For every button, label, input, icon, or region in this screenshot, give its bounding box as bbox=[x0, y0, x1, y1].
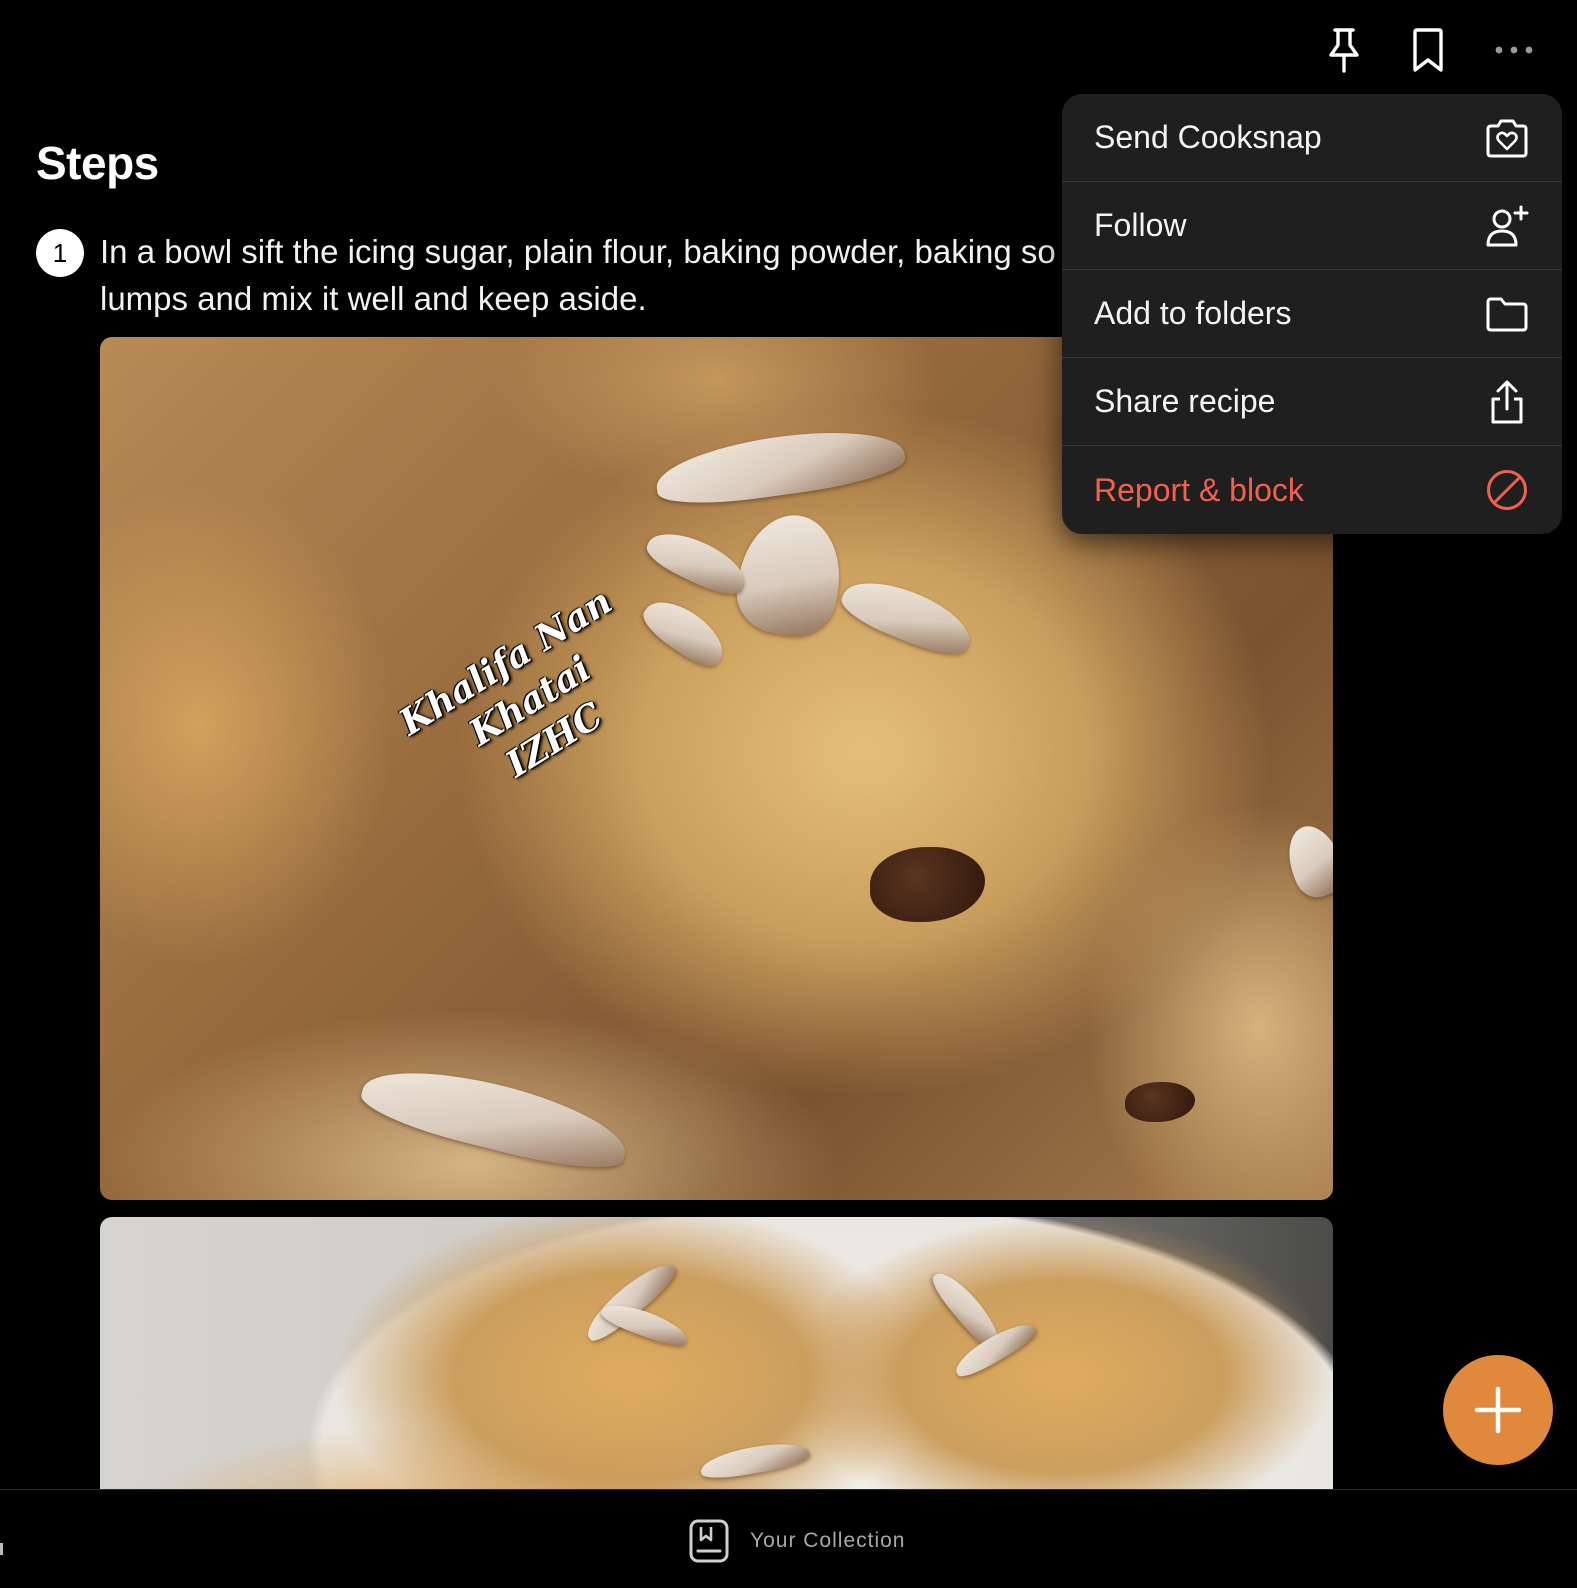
folder-icon bbox=[1484, 291, 1530, 337]
collection-book-icon bbox=[689, 1519, 729, 1563]
bookmark-icon bbox=[1413, 28, 1443, 72]
almond-decoration bbox=[356, 1053, 634, 1181]
add-user-icon bbox=[1484, 203, 1530, 249]
pin-button[interactable] bbox=[1320, 24, 1368, 76]
edge-indicator bbox=[0, 1543, 3, 1555]
almond-decoration bbox=[641, 521, 754, 603]
almond-decoration bbox=[698, 1437, 812, 1483]
your-collection-label: Your Collection bbox=[750, 1529, 906, 1552]
menu-item-label: Send Cooksnap bbox=[1094, 119, 1322, 155]
block-icon bbox=[1484, 467, 1530, 513]
almond-decoration bbox=[1279, 818, 1333, 904]
step-number-badge: 1 bbox=[36, 229, 84, 277]
almond-decoration bbox=[730, 507, 850, 643]
menu-item-send-cooksnap[interactable]: Send Cooksnap bbox=[1062, 94, 1562, 182]
almond-decoration bbox=[652, 419, 908, 513]
menu-item-report-block[interactable]: Report & block bbox=[1062, 446, 1562, 534]
cooksnap-camera-heart-icon bbox=[1484, 115, 1530, 161]
almond-decoration bbox=[835, 568, 980, 664]
more-button[interactable] bbox=[1490, 24, 1538, 76]
more-icon bbox=[1495, 46, 1533, 54]
steps-heading: Steps bbox=[36, 137, 159, 189]
menu-item-label: Follow bbox=[1094, 207, 1187, 243]
step-photo-2[interactable] bbox=[100, 1217, 1333, 1507]
chocolate-chip bbox=[870, 847, 985, 922]
bottom-tab-bar: Your Collection bbox=[0, 1489, 1577, 1588]
menu-item-label: Add to folders bbox=[1094, 295, 1292, 331]
menu-item-label: Share recipe bbox=[1094, 383, 1276, 419]
share-icon bbox=[1484, 379, 1530, 425]
pin-icon bbox=[1329, 28, 1359, 73]
menu-item-label: Report & block bbox=[1094, 471, 1304, 508]
menu-item-add-to-folders[interactable]: Add to folders bbox=[1062, 270, 1562, 358]
chocolate-chip bbox=[1125, 1082, 1195, 1122]
your-collection-tab[interactable]: Your Collection bbox=[688, 1518, 905, 1564]
add-fab-button[interactable] bbox=[1443, 1355, 1553, 1465]
options-menu: Send Cooksnap Follow Add to folders Shar… bbox=[1062, 94, 1562, 534]
plus-icon bbox=[1474, 1386, 1522, 1434]
photo-watermark: Khalifa Nan Khatai IZHC bbox=[391, 580, 620, 786]
bookmark-button[interactable] bbox=[1404, 24, 1452, 76]
menu-item-follow[interactable]: Follow bbox=[1062, 182, 1562, 270]
menu-item-share-recipe[interactable]: Share recipe bbox=[1062, 358, 1562, 446]
